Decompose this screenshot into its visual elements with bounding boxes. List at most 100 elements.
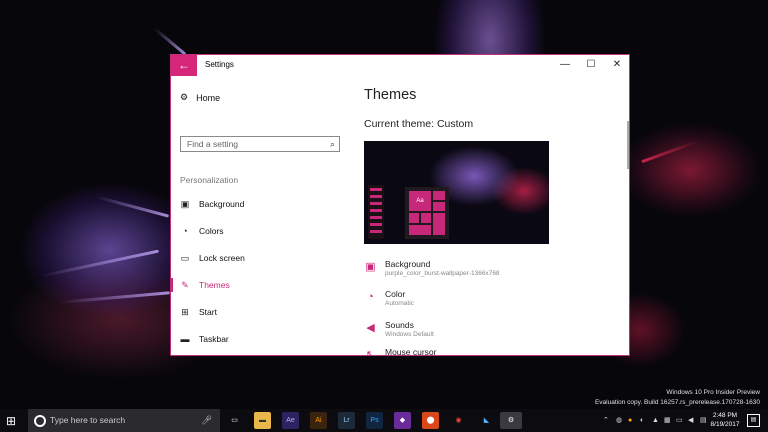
preview-tile — [433, 213, 445, 235]
maximize-button[interactable]: ☐ — [580, 58, 602, 72]
setting-background[interactable]: ▣ Background purple_color_burst-wallpape… — [363, 259, 613, 285]
palette-icon: ◔ — [367, 291, 374, 303]
tray-app-icon[interactable]: ◍ — [616, 409, 622, 432]
sidebar-item-label: Start — [199, 307, 217, 317]
brush-icon: ✎ — [181, 280, 189, 290]
task-view-icon[interactable]: ▭ — [226, 412, 243, 429]
settings-taskbar-icon[interactable]: ⚙ — [500, 412, 522, 429]
wallpaper-streak — [40, 249, 160, 278]
sidebar-item-taskbar[interactable]: ▬ Taskbar — [171, 329, 351, 349]
tray-app-icon[interactable]: ◐ — [640, 409, 644, 432]
preview-tile — [421, 213, 431, 223]
taskbar-search-placeholder: Type here to search — [50, 415, 126, 425]
clock[interactable]: 2:48 PM 8/19/2017 — [706, 411, 744, 429]
photoshop-icon[interactable]: Ps — [366, 412, 383, 429]
lock-screen-icon: ▭ — [180, 253, 190, 263]
microphone-icon[interactable]: 🎤︎ — [201, 409, 212, 432]
setting-title: Sounds — [385, 320, 414, 330]
sidebar-item-label: Lock screen — [199, 253, 245, 263]
after-effects-icon[interactable]: Ae — [282, 412, 299, 429]
picture-icon: ▣ — [180, 199, 190, 209]
search-icon[interactable]: ⌕ — [330, 137, 335, 151]
network-icon[interactable]: ▭ — [676, 409, 683, 432]
preview-rail-item — [370, 202, 382, 205]
watermark-line1: Windows 10 Pro Insider Preview — [666, 389, 760, 396]
preview-tile — [433, 191, 445, 200]
title-bar: ← Settings — ☐ ✕ — [171, 55, 629, 76]
palette-icon: ◔ — [182, 226, 188, 236]
back-button[interactable]: ← — [171, 55, 197, 76]
setting-title: Mouse cursor — [385, 347, 437, 355]
current-theme-label: Current theme: Custom — [364, 118, 474, 130]
home-label: Home — [196, 92, 221, 103]
setting-sounds[interactable]: ◀ Sounds Windows Default — [363, 320, 613, 346]
sidebar-home[interactable]: ⚙ Home — [180, 92, 220, 103]
clock-time: 2:48 PM — [712, 412, 738, 419]
section-label: Personalization — [180, 175, 239, 185]
chrome-icon[interactable]: ◉ — [450, 412, 467, 429]
preview-tile — [409, 213, 419, 223]
app-blue-icon[interactable]: ◣ — [478, 412, 495, 429]
visual-studio-icon[interactable]: ◆ — [394, 412, 411, 429]
sidebar-item-label: Background — [199, 199, 245, 209]
tray-chevron-icon[interactable]: ⌃ — [603, 409, 609, 432]
sidebar-item-colors[interactable]: ◔ Colors — [171, 221, 351, 241]
sidebar-item-start[interactable]: ⊞ Start — [171, 302, 351, 322]
taskbar: ⊞ Type here to search 🎤︎ ▭ ▬ Ae Ai Lr Ps… — [0, 409, 768, 432]
cortana-icon — [34, 415, 46, 427]
taskbar-icon: ▬ — [180, 334, 190, 344]
tray-app-icon[interactable]: ▦ — [664, 409, 671, 432]
volume-icon[interactable]: ◀︎ — [688, 409, 693, 432]
watermark-line2: Evaluation copy. Build 16257.rs_prerelea… — [594, 399, 760, 406]
minimize-button[interactable]: — — [554, 58, 576, 72]
search-input[interactable]: Find a setting ⌕ — [180, 136, 340, 152]
setting-title: Background — [385, 259, 431, 269]
main-content: Themes Current theme: Custom Aa ▣ Backgr… — [363, 76, 621, 355]
arrow-left-icon: ← — [178, 58, 190, 72]
sidebar-item-label: Taskbar — [199, 334, 229, 344]
preview-tile-aa: Aa — [409, 191, 431, 211]
start-grid-icon: ⊞ — [181, 307, 189, 317]
file-explorer-icon[interactable]: ▬ — [254, 412, 271, 429]
clock-date: 8/19/2017 — [710, 421, 740, 428]
sidebar: ⚙ Home Find a setting ⌕ Personalization … — [171, 76, 351, 355]
preview-start-rail — [368, 185, 384, 239]
setting-mouse-cursor[interactable]: ↖ Mouse cursor — [363, 347, 613, 355]
lightroom-icon[interactable]: Lr — [338, 412, 355, 429]
window-title: Settings — [205, 60, 234, 69]
sidebar-item-themes[interactable]: ✎ Themes — [171, 275, 351, 295]
preview-tile — [433, 202, 445, 211]
close-button[interactable]: ✕ — [606, 58, 628, 72]
page-title: Themes — [364, 87, 417, 103]
cursor-icon: ↖ — [365, 349, 376, 355]
wallpaper-streak — [60, 291, 170, 304]
wallpaper-streak — [95, 195, 170, 218]
sidebar-item-lock-screen[interactable]: ▭ Lock screen — [171, 248, 351, 268]
settings-window: ← Settings — ☐ ✕ ⚙ Home Find a setting ⌕… — [170, 54, 630, 356]
scrollbar[interactable] — [627, 121, 629, 169]
theme-preview[interactable]: Aa — [364, 141, 549, 244]
start-button[interactable]: ⊞ — [6, 414, 20, 428]
setting-subtitle: Automatic — [385, 300, 414, 307]
preview-rail-item — [370, 209, 382, 212]
setting-color[interactable]: ◔ Color Automatic — [363, 289, 613, 315]
wallpaper-streak — [641, 139, 699, 164]
sidebar-item-background[interactable]: ▣ Background — [171, 194, 351, 214]
tray-app-icon[interactable]: ● — [628, 409, 632, 432]
wallpaper-streak — [153, 27, 187, 56]
speaker-icon: ◀ — [366, 322, 375, 334]
preview-tile — [409, 225, 431, 235]
preview-start-panel: Aa — [405, 187, 449, 239]
setting-subtitle: purple_color_burst-wallpaper-1366x768 — [385, 270, 500, 277]
setting-title: Color — [385, 289, 406, 299]
illustrator-icon[interactable]: Ai — [310, 412, 327, 429]
app-orange-icon[interactable]: ⬤ — [422, 412, 439, 429]
sidebar-item-label: Themes — [199, 280, 230, 290]
action-center-icon[interactable]: ▤ — [747, 414, 760, 427]
taskbar-search[interactable]: Type here to search 🎤︎ — [28, 409, 220, 432]
setting-subtitle: Windows Default — [385, 331, 434, 338]
preview-rail-item — [370, 195, 382, 198]
picture-icon: ▣ — [365, 261, 376, 273]
preview-rail-item — [370, 230, 382, 233]
tray-app-icon[interactable]: ▲ — [652, 409, 659, 432]
